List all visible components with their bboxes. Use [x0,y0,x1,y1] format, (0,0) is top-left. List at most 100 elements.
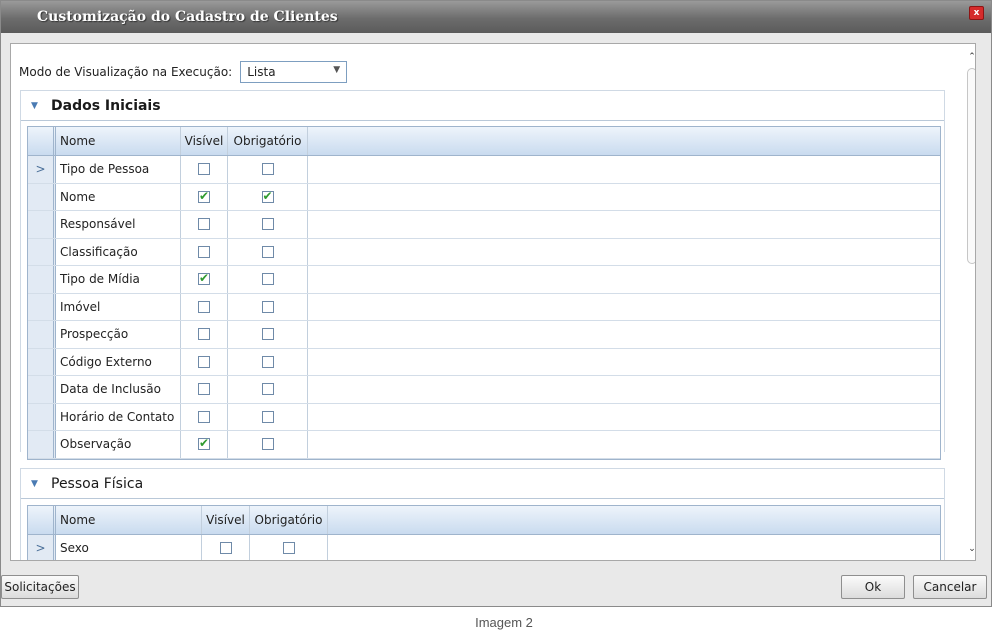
table-row[interactable]: Nome [28,183,940,211]
required-checkbox[interactable] [261,410,274,423]
required-checkbox[interactable] [261,163,274,176]
fields-grid-dados-iniciais: Nome Visível Obrigatório > Tipo de Pessoa Nom… [27,126,941,460]
table-row[interactable]: Prospecção [28,321,940,349]
visible-checkbox[interactable] [198,189,210,203]
chevron-up-icon[interactable]: ⌃ [967,52,975,62]
field-name: Observação [56,431,181,458]
visible-cell [181,211,228,238]
row-selector[interactable] [28,211,56,238]
row-selector[interactable] [28,403,56,430]
field-name: Tipo de Mídia [56,266,181,293]
row-selector[interactable] [28,431,56,458]
field-name: Data de Inclusão [56,376,181,403]
table-row[interactable]: Data de Inclusão [28,376,940,404]
title-bar[interactable]: Customização do Cadastro de Clientes x [1,1,991,33]
grid-header-row: Nome Visível Obrigatório [28,127,940,156]
row-filler [308,349,940,376]
section-header[interactable]: ▼ Pessoa Física [21,469,944,499]
column-header-name[interactable]: Nome [56,506,202,534]
row-selector[interactable] [28,238,56,265]
visible-cell [181,431,228,458]
current-row-indicator[interactable]: > [28,156,56,183]
content-panel: Modo de Visualização na Execução: Lista … [10,43,976,561]
field-name: Horário de Contato [56,403,181,430]
required-checkbox[interactable] [282,542,295,555]
visible-checkbox[interactable] [198,163,210,176]
field-name: Código Externo [56,348,181,375]
table-row[interactable]: Imóvel [28,293,940,321]
row-selector[interactable] [28,183,56,210]
required-cell [228,211,308,238]
column-header-filler [308,127,940,155]
column-header-filler [328,506,940,534]
row-selector[interactable] [28,348,56,375]
required-checkbox[interactable] [261,383,274,396]
required-checkbox[interactable] [261,300,274,313]
dialog-title: Customização do Cadastro de Clientes [37,9,338,25]
chevron-down-icon[interactable]: ⌄ [967,544,975,554]
required-checkbox[interactable] [261,189,274,203]
triangle-down-icon[interactable]: ▼ [31,101,43,111]
visible-checkbox[interactable] [219,542,232,555]
visible-cell [181,376,228,403]
grid-header-row: Nome Visível Obrigatório [28,506,940,535]
table-row[interactable]: Tipo de Mídia [28,266,940,294]
close-icon[interactable]: x [969,6,984,20]
visible-checkbox[interactable] [198,218,210,231]
visible-checkbox[interactable] [198,328,210,341]
row-filler [308,431,940,458]
required-checkbox[interactable] [261,328,274,341]
row-selector[interactable] [28,266,56,293]
table-row[interactable]: Código Externo [28,348,940,376]
column-header-visible[interactable]: Visível [181,127,228,155]
visible-checkbox[interactable] [198,355,210,368]
required-checkbox[interactable] [261,245,274,258]
requests-button[interactable]: Solicitações [1,575,79,599]
view-mode-select[interactable]: Lista ▼ [240,61,348,83]
row-filler [308,156,940,183]
required-checkbox[interactable] [261,218,274,231]
row-selector[interactable] [28,293,56,320]
visible-cell [181,266,228,293]
visible-cell [181,403,228,430]
section-title: Dados Iniciais [51,97,161,114]
view-mode-label: Modo de Visualização na Execução: [19,65,233,79]
required-checkbox[interactable] [261,273,274,286]
row-selector[interactable] [28,321,56,348]
visible-checkbox[interactable] [198,271,210,286]
scrollbar-thumb[interactable] [967,68,975,264]
table-row[interactable]: Responsável [28,211,940,239]
required-checkbox[interactable] [261,438,274,451]
column-header-required[interactable]: Obrigatório [250,506,328,534]
row-filler [308,239,940,266]
triangle-down-icon[interactable]: ▼ [31,479,43,489]
column-header-name[interactable]: Nome [56,127,181,155]
visible-checkbox[interactable] [198,300,210,313]
row-filler [308,376,940,403]
table-row[interactable]: > Tipo de Pessoa [28,156,940,184]
field-name: Sexo [56,535,202,560]
row-selector[interactable] [28,376,56,403]
table-row[interactable]: Observação [28,431,940,459]
visible-cell [181,156,228,183]
table-row[interactable]: > Sexo [28,535,940,560]
visible-checkbox[interactable] [198,245,210,258]
column-header-required[interactable]: Obrigatório [228,127,308,155]
visible-checkbox[interactable] [198,383,210,396]
cancel-button[interactable]: Cancelar [913,575,987,599]
visible-checkbox[interactable] [198,436,210,451]
ok-button[interactable]: Ok [841,575,905,599]
row-filler [308,294,940,321]
section-header[interactable]: ▼ Dados Iniciais [21,91,944,121]
current-row-indicator[interactable]: > [28,535,56,560]
vertical-scrollbar[interactable]: ⌃ ⌄ [966,44,975,560]
table-row[interactable]: Classificação [28,238,940,266]
table-row[interactable]: Horário de Contato [28,403,940,431]
row-filler [308,404,940,431]
visible-cell [181,238,228,265]
required-cell [228,431,308,458]
visible-cell [181,183,228,210]
required-checkbox[interactable] [261,355,274,368]
column-header-visible[interactable]: Visível [202,506,250,534]
visible-checkbox[interactable] [198,410,210,423]
